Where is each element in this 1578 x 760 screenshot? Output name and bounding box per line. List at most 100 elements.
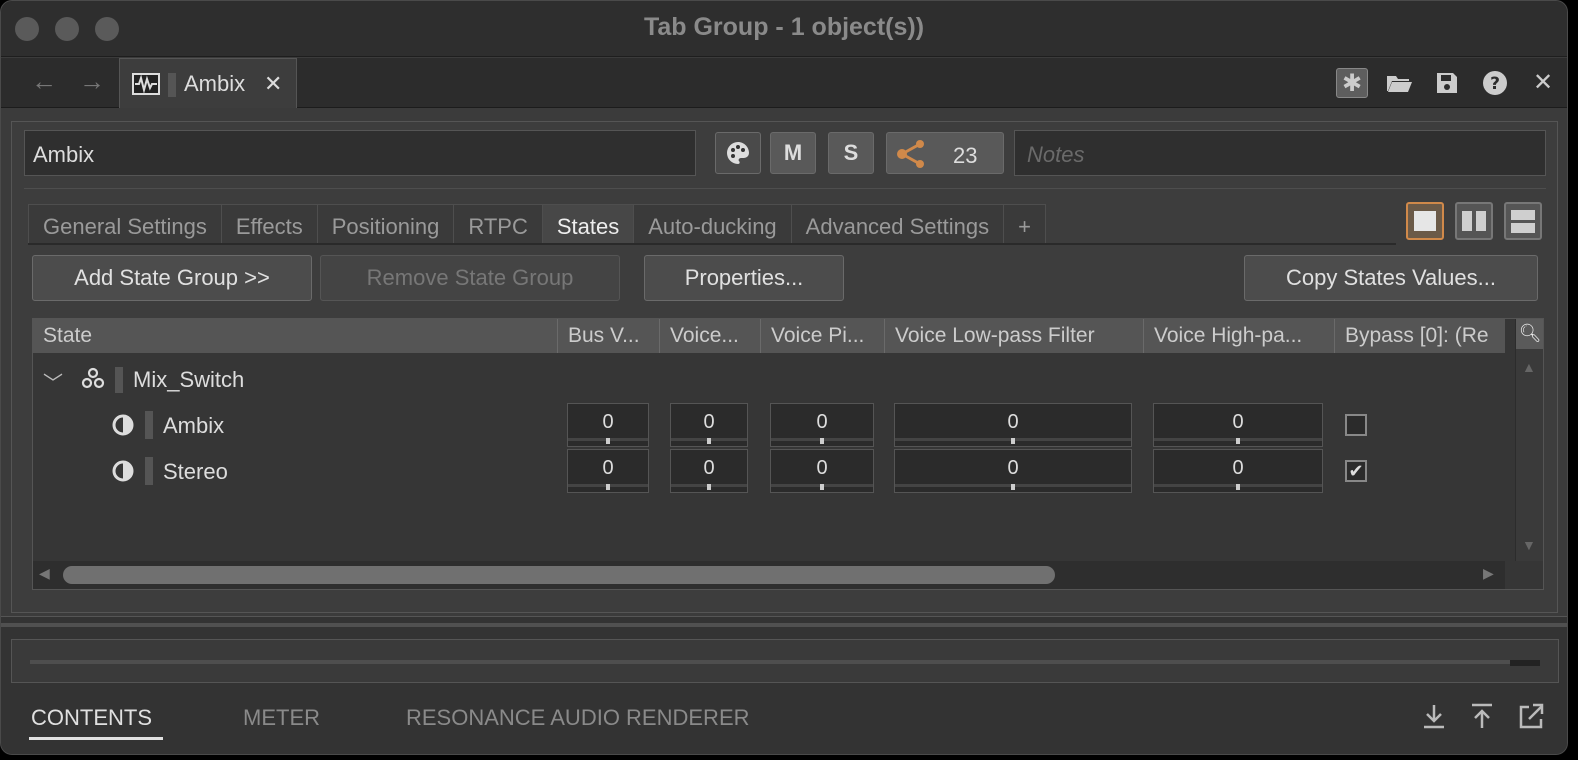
collapse-chevron-icon[interactable]: ﹀ — [43, 367, 63, 396]
voice-pitch-value[interactable]: 0 — [770, 449, 874, 493]
bypass-checkbox-checked[interactable]: ✔ — [1345, 460, 1367, 482]
value-text: 0 — [1232, 457, 1244, 479]
value-text: 0 — [703, 457, 715, 479]
tab-effects[interactable]: Effects — [220, 204, 317, 244]
voice-low-pass-value[interactable]: 0 — [894, 449, 1132, 493]
tab-auto-ducking[interactable]: Auto-ducking — [633, 204, 791, 244]
horizontal-split-layout-icon[interactable] — [1504, 202, 1542, 240]
document-tab-ambix[interactable]: Ambix ✕ — [119, 58, 297, 108]
forward-arrow-icon[interactable]: → — [79, 66, 105, 97]
timeline-bar — [30, 660, 1510, 664]
pin-asterisk-icon[interactable]: ✱ — [1336, 68, 1368, 98]
voice-high-pass-value[interactable]: 0 — [1153, 449, 1323, 493]
search-column-icon[interactable]: 🔍︎ — [1516, 319, 1543, 349]
states-grid: State Bus V... Voice... Voice Pi... Voic… — [32, 318, 1544, 590]
timeline-end — [1510, 660, 1540, 666]
divider — [24, 188, 1546, 189]
add-state-group-button[interactable]: Add State Group >> — [32, 255, 312, 301]
state-icon — [112, 460, 134, 482]
voice-high-pass-value[interactable]: 0 — [1153, 403, 1323, 447]
tab-meter[interactable]: METER — [243, 705, 320, 731]
voice-volume-value[interactable]: 0 — [670, 449, 748, 493]
state-row-label[interactable]: Stereo — [163, 459, 228, 485]
state-group-icon — [81, 367, 105, 389]
bottom-panel: CONTENTS METER RESONANCE AUDIO RENDERER — [1, 616, 1567, 754]
color-palette-button[interactable] — [715, 132, 761, 174]
column-header-voice-volume[interactable]: Voice... — [660, 319, 761, 353]
sound-waveform-icon — [132, 73, 160, 95]
column-header-bus-volume[interactable]: Bus V... — [558, 319, 660, 353]
value-text: 0 — [1007, 411, 1019, 433]
column-header-voice-pitch[interactable]: Voice Pi... — [761, 319, 885, 353]
tab-general-settings[interactable]: General Settings — [28, 204, 221, 244]
tab-resonance-audio-renderer[interactable]: RESONANCE AUDIO RENDERER — [406, 705, 750, 731]
voice-volume-value[interactable]: 0 — [670, 403, 748, 447]
state-group-mix-switch[interactable]: Mix_Switch — [133, 367, 244, 393]
scroll-down-icon[interactable]: ▼ — [1522, 537, 1536, 553]
object-name-field[interactable]: Ambix — [24, 130, 696, 176]
document-tab-bar: ← → Ambix ✕ ✱ ? ✕ — [1, 58, 1567, 108]
window-title: Tab Group - 1 object(s)) — [643, 13, 925, 41]
close-tab-icon[interactable]: ✕ — [264, 71, 282, 97]
tab-rtpc[interactable]: RTPC — [453, 204, 542, 244]
tab-states[interactable]: States — [541, 204, 634, 244]
value-text: 0 — [1232, 411, 1244, 433]
column-header-bypass[interactable]: Bypass [0]: (Re — [1335, 319, 1507, 353]
splitter[interactable] — [1, 623, 1567, 627]
value-text: 0 — [1007, 457, 1019, 479]
property-editor-panel: Ambix M S 23 Notes General Settings Effe… — [11, 121, 1558, 613]
column-header-voice-high-pass-filter[interactable]: Voice High-pa... — [1144, 319, 1335, 353]
close-view-icon[interactable]: ✕ — [1527, 68, 1559, 98]
value-text: 0 — [816, 411, 828, 433]
grid-header: State Bus V... Voice... Voice Pi... Voic… — [33, 319, 1505, 353]
value-text: 0 — [602, 457, 614, 479]
document-tab-label: Ambix — [184, 71, 246, 96]
horizontal-scrollbar[interactable]: ◀ ▶ — [33, 561, 1505, 589]
transport-area — [11, 639, 1559, 683]
pop-out-icon[interactable] — [1517, 701, 1545, 738]
column-header-state[interactable]: State — [33, 319, 558, 353]
vertical-split-layout-icon[interactable] — [1455, 202, 1493, 240]
help-icon[interactable]: ? — [1479, 68, 1511, 98]
mute-button[interactable]: M — [770, 132, 816, 174]
tab-positioning[interactable]: Positioning — [316, 204, 454, 244]
bus-volume-value[interactable]: 0 — [567, 403, 649, 447]
tab-baseline — [28, 243, 1396, 245]
column-header-voice-low-pass-filter[interactable]: Voice Low-pass Filter — [885, 319, 1144, 353]
save-icon[interactable] — [1431, 68, 1463, 98]
scroll-up-icon[interactable]: ▲ — [1522, 359, 1536, 375]
back-arrow-icon[interactable]: ← — [31, 66, 57, 97]
value-text: 0 — [816, 457, 828, 479]
single-pane-layout-icon[interactable] — [1406, 202, 1444, 240]
bus-volume-value[interactable]: 0 — [567, 449, 649, 493]
color-tag — [115, 367, 123, 393]
vertical-scrollbar[interactable]: 🔍︎ ▲ ▼ — [1515, 319, 1543, 561]
tab-contents[interactable]: CONTENTS — [31, 705, 152, 731]
references-button[interactable]: 23 — [886, 132, 1004, 174]
open-folder-icon[interactable] — [1383, 68, 1415, 98]
download-icon[interactable] — [1421, 701, 1447, 738]
value-text: 0 — [703, 411, 715, 433]
state-row-label[interactable]: Ambix — [163, 413, 224, 439]
color-tag — [145, 457, 153, 485]
voice-low-pass-value[interactable]: 0 — [894, 403, 1132, 447]
notes-field[interactable]: Notes — [1014, 130, 1546, 176]
color-tag — [168, 73, 176, 97]
remove-state-group-button[interactable]: Remove State Group — [320, 255, 620, 301]
horizontal-scroll-thumb[interactable] — [63, 566, 1055, 584]
share-references-icon — [897, 140, 924, 168]
scroll-left-icon[interactable]: ◀ — [39, 565, 50, 582]
tab-advanced-settings[interactable]: Advanced Settings — [790, 204, 1004, 244]
scroll-right-icon[interactable]: ▶ — [1483, 565, 1494, 582]
property-tabs: General Settings Effects Positioning RTP… — [28, 204, 1046, 244]
solo-button[interactable]: S — [828, 132, 874, 174]
color-tag — [145, 411, 153, 439]
upload-icon[interactable] — [1469, 701, 1495, 738]
copy-states-values-button[interactable]: Copy States Values... — [1244, 255, 1538, 301]
state-icon — [112, 414, 134, 436]
value-text: 0 — [602, 411, 614, 433]
tab-add[interactable]: + — [1003, 204, 1046, 244]
properties-button[interactable]: Properties... — [644, 255, 844, 301]
voice-pitch-value[interactable]: 0 — [770, 403, 874, 447]
bypass-checkbox[interactable] — [1345, 414, 1367, 436]
